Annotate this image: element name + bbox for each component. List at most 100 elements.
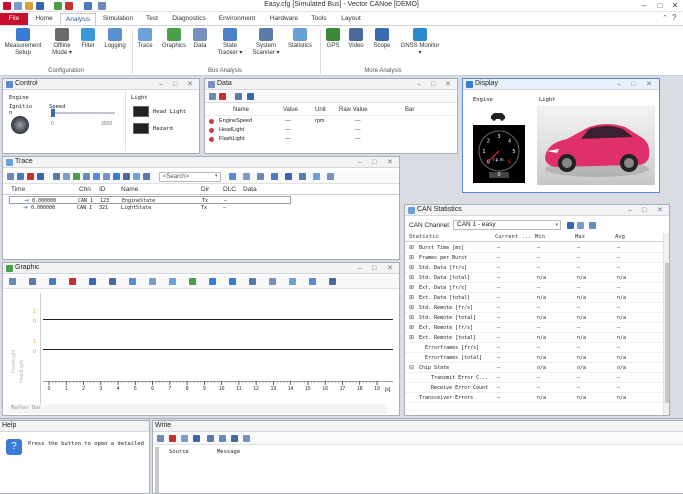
ribbon-button[interactable]: Measurement Setup [2,28,44,57]
statistics-row[interactable]: Errorframes [total] — n/a n/a n/a [405,353,663,363]
trace-tool-icon[interactable] [257,173,264,180]
data-row[interactable]: EngineSpeed — rpm — [205,117,455,126]
reset-icon[interactable] [589,222,596,229]
help-info-icon[interactable]: ? [6,439,22,455]
panel-minimize-button[interactable]: – [159,79,163,90]
trace-column-header[interactable]: Name [121,186,138,193]
panel-minimize-button[interactable]: – [358,157,362,168]
statistics-scrollbar[interactable] [663,233,669,415]
trace-tool-icon[interactable] [271,173,278,180]
statistics-row[interactable]: Receive Error Count — — — — [405,383,663,393]
ignition-knob[interactable] [11,116,29,134]
close-button[interactable]: ✕ [667,0,683,12]
measure-icon[interactable] [49,278,56,285]
expand-icon[interactable]: ⊞ [409,304,414,311]
fit-icon[interactable] [129,278,136,285]
tab-simulation[interactable]: Simulation [98,13,138,25]
statistics-row[interactable]: Transmit Error C... — — — — [405,373,663,383]
zoom-out-icon[interactable] [109,278,116,285]
tab-file[interactable]: File [0,13,28,25]
ribbon-button[interactable]: Data [190,28,210,50]
fixed-position-icon[interactable] [123,173,130,180]
copy-icon[interactable] [309,278,316,285]
tab-tools[interactable]: Tools [306,13,332,25]
zoom-in-icon[interactable] [89,278,96,285]
clear-icon[interactable] [27,173,34,180]
statistics-row[interactable]: ⊞ Std. Remote [total] — n/a n/a n/a [405,313,663,323]
graphic-plot-area[interactable] [43,293,393,381]
tab-layout[interactable]: Layout [336,13,366,25]
find-icon[interactable] [207,435,214,442]
legend-icon[interactable] [269,278,276,285]
ribbon-button[interactable]: System Scanner ▾ [250,28,282,57]
find-icon[interactable] [63,173,70,180]
pan-icon[interactable] [149,278,156,285]
copy-icon[interactable] [53,173,60,180]
expand-icon[interactable]: ⊞ [409,284,414,291]
trace-column-header[interactable]: Data [243,186,257,193]
trace-row[interactable]: ⇥ 0.000000 CAN 1 321 LightState Tx — [9,204,291,212]
panel-minimize-button[interactable]: – [628,205,632,216]
help-icon[interactable]: ? [672,13,676,22]
chevron-down-icon[interactable]: ▾ [215,173,218,179]
ribbon-button[interactable]: Statistics [284,28,316,50]
trace-tool-icon[interactable] [327,173,334,180]
copy-icon[interactable] [181,435,188,442]
panel-close-button[interactable]: ✕ [387,263,393,274]
marker-icon[interactable] [189,278,196,285]
copy-icon[interactable] [577,222,584,229]
expand-icon[interactable]: ⊞ [409,324,414,331]
ribbon-button[interactable]: Filter [78,28,98,50]
statistics-icon[interactable] [133,173,140,180]
graphic-options-icon[interactable] [9,278,16,285]
save-icon[interactable] [37,173,44,180]
statistics-row[interactable]: ⊞ Ext. Remote [total] — n/a n/a n/a [405,333,663,343]
settings-icon[interactable] [329,278,336,285]
delete-icon[interactable] [219,93,226,100]
scroll-icon[interactable] [17,173,24,180]
export-icon[interactable] [289,278,296,285]
expand-icon[interactable]: ⊞ [409,294,414,301]
cursor-icon[interactable] [29,278,36,285]
ribbon-button[interactable]: State Tracker ▾ [214,28,246,57]
panel-maximize-button[interactable]: □ [173,79,177,90]
scrollbar-thumb[interactable] [665,263,669,403]
save-layout-icon[interactable] [247,93,254,100]
panel-maximize-button[interactable]: □ [642,205,646,216]
filter-icon[interactable] [73,173,80,180]
ribbon-button[interactable]: GNSS Monitor ▾ [398,28,442,57]
hazard-switch[interactable] [133,123,149,134]
speed-slider-thumb[interactable] [51,109,55,117]
trace-column-header[interactable]: Dir [201,186,209,193]
trace-tool-icon[interactable] [299,173,306,180]
panel-minimize-button[interactable]: – [358,263,362,274]
chronological-icon[interactable] [113,173,120,180]
panel-maximize-button[interactable]: □ [631,79,635,90]
panel-maximize-button[interactable]: □ [372,263,376,274]
marker-bar[interactable]: Marker Bar [7,404,387,414]
trace-tool-icon[interactable] [285,173,292,180]
data-row[interactable]: FlashLight — — [205,135,455,144]
panel-close-button[interactable]: ✕ [387,157,393,168]
save-statistics-icon[interactable] [567,222,574,229]
tab-home[interactable]: Home [30,13,58,25]
panel-close-button[interactable]: ✕ [187,79,193,90]
ribbon-button[interactable]: GPS [324,28,342,50]
statistics-row[interactable]: ⊞ Ext. Data [fr/s] — — — — [405,283,663,293]
save-icon[interactable] [193,435,200,442]
time-icon[interactable] [103,173,110,180]
ribbon-button[interactable]: Video [346,28,366,50]
trace-tool-icon[interactable] [313,173,320,180]
ribbon-button[interactable]: Scope [370,28,394,50]
next-icon[interactable] [229,278,236,285]
tab-diagnostics[interactable]: Diagnostics [168,13,210,25]
trace-column-header[interactable]: Chn [79,186,91,193]
options-icon[interactable] [143,173,150,180]
panel-close-button[interactable]: ✕ [646,79,652,90]
signal-icon[interactable] [69,278,76,285]
statistics-row[interactable]: ⊞ Std. Remote [fr/s] — — — — [405,303,663,313]
trace-column-header[interactable]: DLC [223,186,236,193]
statistics-row[interactable]: ⊟ Chip State — n/a n/a n/a [405,363,663,373]
tab-test[interactable]: Test [140,13,164,25]
write-scrollbar[interactable] [155,447,159,493]
